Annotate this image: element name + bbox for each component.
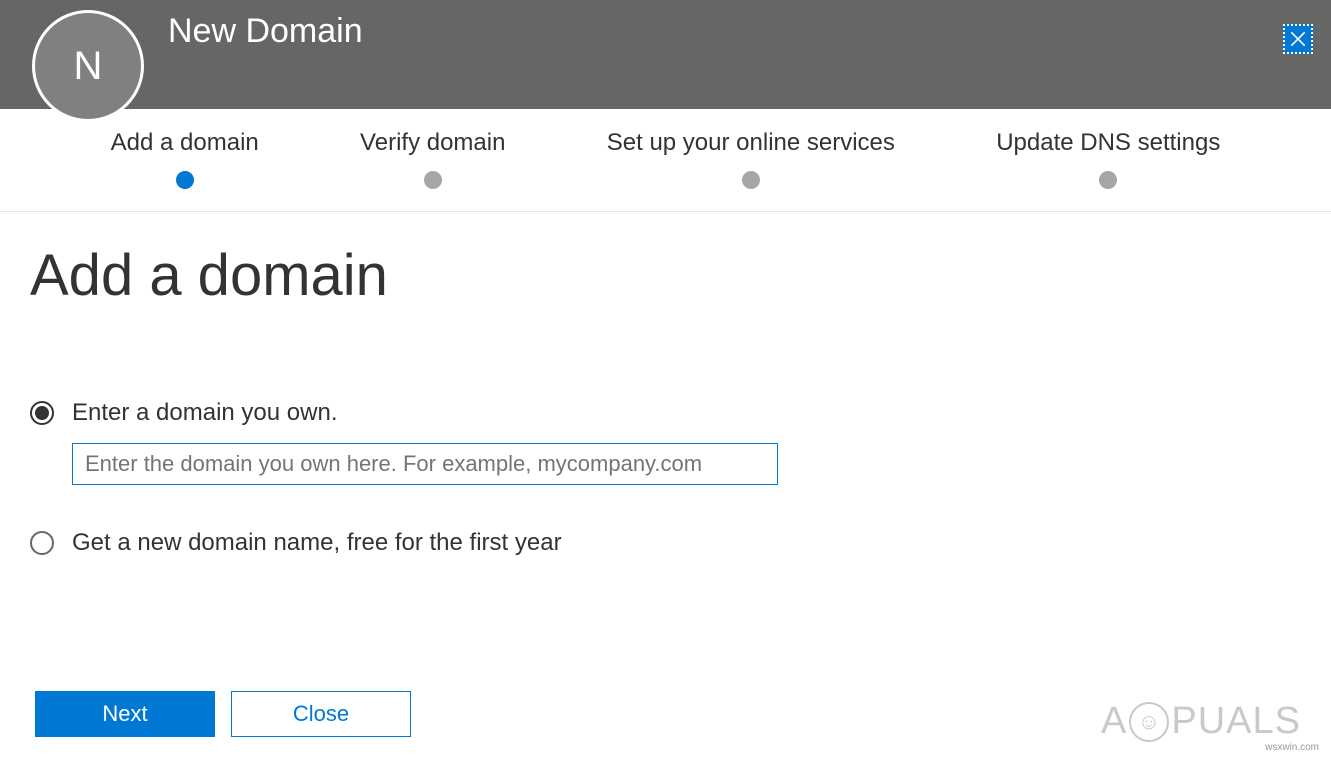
button-row: Next Close — [35, 691, 411, 737]
step-dot-icon — [176, 171, 194, 189]
step-update-dns[interactable]: Update DNS settings — [996, 129, 1220, 189]
close-icon — [1288, 29, 1308, 49]
step-setup-services[interactable]: Set up your online services — [607, 129, 895, 189]
radio-icon[interactable] — [30, 531, 54, 555]
step-dot-icon — [424, 171, 442, 189]
close-button[interactable]: Close — [231, 691, 411, 737]
wizard-stepper: Add a domain Verify domain Set up your o… — [0, 109, 1331, 212]
step-dot-icon — [1099, 171, 1117, 189]
option-new-domain[interactable]: Get a new domain name, free for the firs… — [30, 529, 1301, 557]
option-enter-domain[interactable]: Enter a domain you own. — [30, 399, 1301, 427]
watermark-logo-icon: ☺ — [1129, 702, 1169, 742]
step-add-domain[interactable]: Add a domain — [111, 129, 259, 189]
step-label: Add a domain — [111, 129, 259, 157]
radio-icon[interactable] — [30, 401, 54, 425]
header-bar: N New Domain — [0, 0, 1331, 109]
option-label: Enter a domain you own. — [72, 399, 338, 427]
avatar-letter: N — [74, 44, 103, 89]
step-label: Set up your online services — [607, 129, 895, 157]
watermark-source: wsxwin.com — [1265, 742, 1319, 753]
domain-input[interactable] — [72, 443, 778, 485]
step-dot-icon — [742, 171, 760, 189]
step-label: Verify domain — [360, 129, 505, 157]
avatar: N — [32, 10, 144, 122]
step-label: Update DNS settings — [996, 129, 1220, 157]
page-title: New Domain — [168, 12, 363, 51]
content-title: Add a domain — [30, 242, 1301, 309]
option-label: Get a new domain name, free for the firs… — [72, 529, 562, 557]
watermark-logo: A ☺ PUALS — [1101, 700, 1301, 743]
close-icon-button[interactable] — [1283, 24, 1313, 54]
content-area: Add a domain Enter a domain you own. Get… — [0, 212, 1331, 557]
step-verify-domain[interactable]: Verify domain — [360, 129, 505, 189]
next-button[interactable]: Next — [35, 691, 215, 737]
